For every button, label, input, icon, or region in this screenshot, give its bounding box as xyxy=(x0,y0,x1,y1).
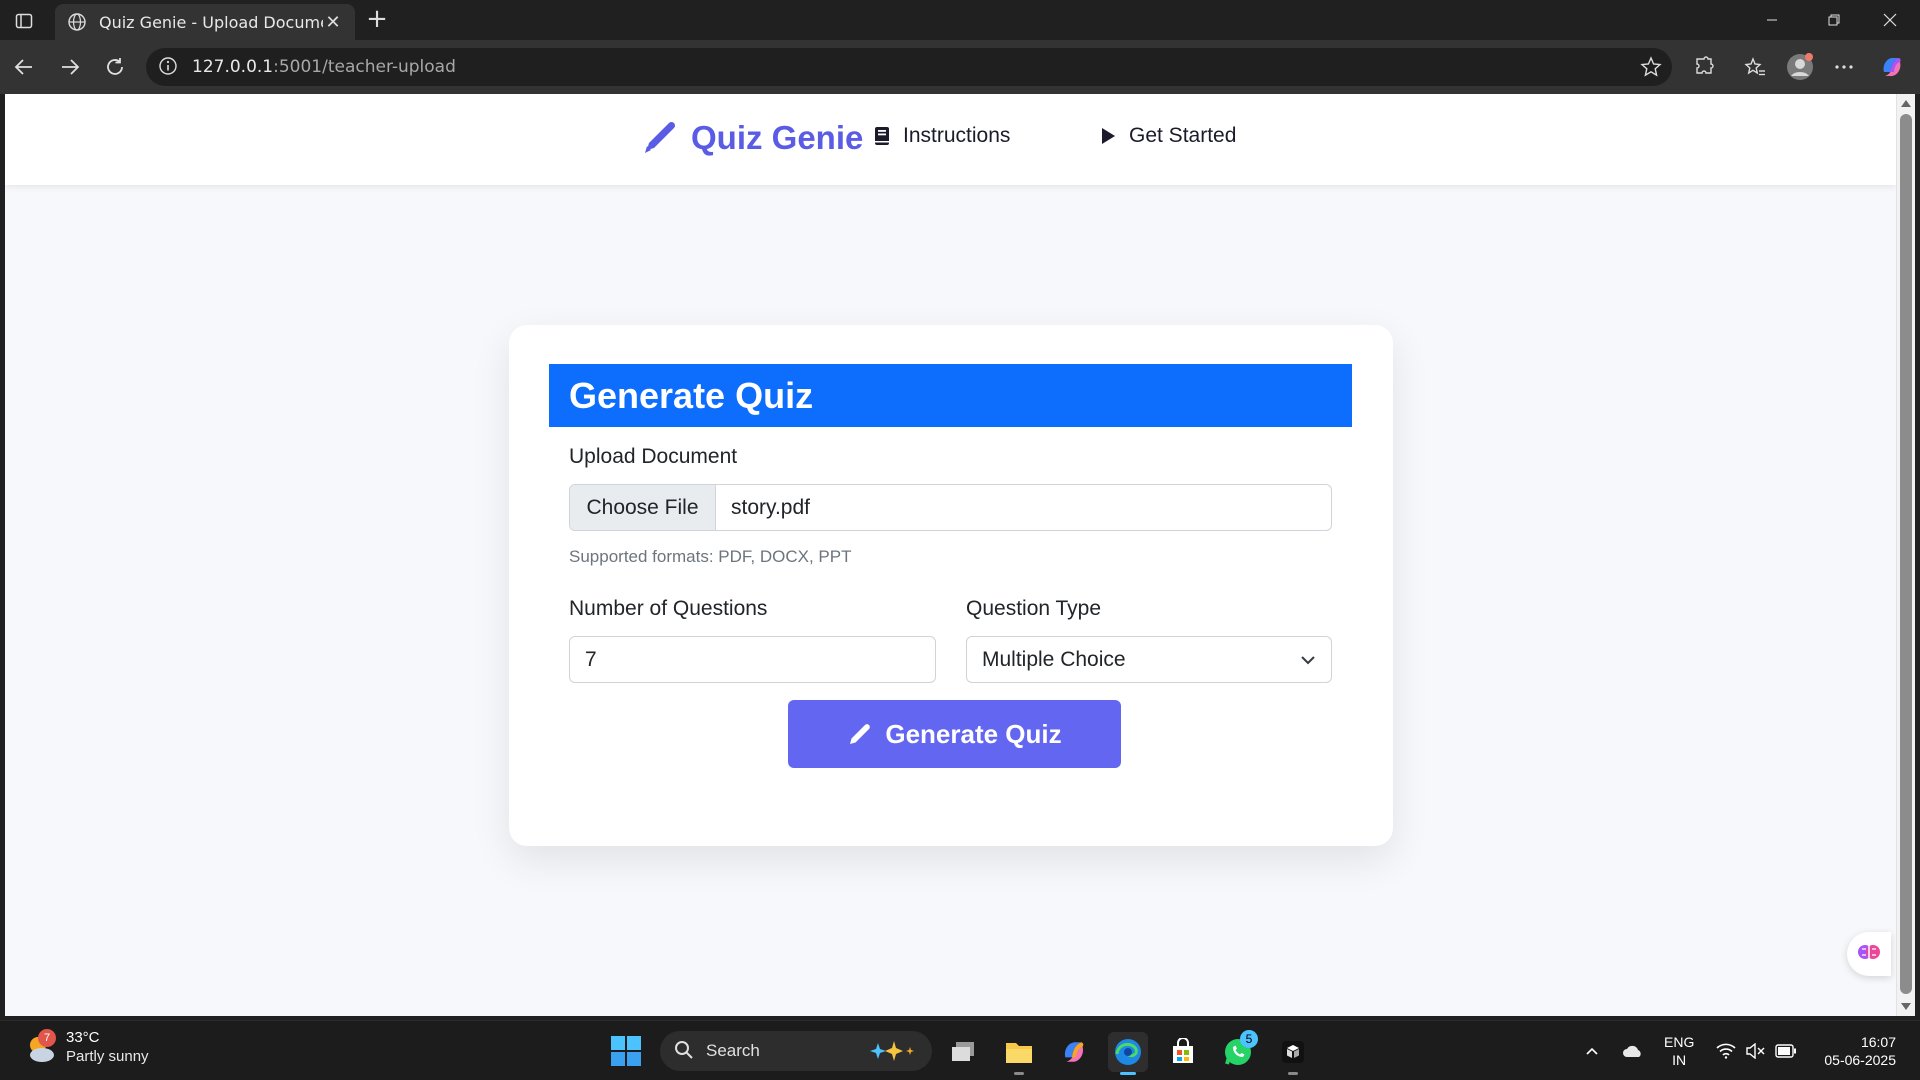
brand-name: Quiz Genie xyxy=(691,119,864,156)
more-options-icon[interactable] xyxy=(1830,53,1858,81)
num-questions-input[interactable]: 7 xyxy=(569,636,936,683)
scroll-down-arrow[interactable] xyxy=(1901,1003,1911,1010)
back-arrow-icon[interactable] xyxy=(10,53,38,81)
onedrive-cloud-icon[interactable] xyxy=(1618,1021,1648,1080)
brand-link[interactable]: Quiz Genie xyxy=(641,116,863,160)
clock-date: 05-06-2025 xyxy=(1824,1052,1896,1068)
whatsapp-icon[interactable]: 5 xyxy=(1218,1030,1258,1072)
brain-icon xyxy=(1856,939,1882,969)
play-icon xyxy=(1099,125,1121,147)
language-indicator[interactable]: ENG IN xyxy=(1664,1033,1694,1069)
file-upload-input[interactable]: Choose File story.pdf xyxy=(569,484,1332,531)
extensions-icon[interactable] xyxy=(1690,53,1718,81)
question-type-label: Question Type xyxy=(966,597,1102,620)
terminal-app-icon[interactable] xyxy=(1273,1032,1313,1075)
weather-badge: 7 xyxy=(38,1029,56,1047)
profile-avatar[interactable] xyxy=(1786,53,1814,81)
nav-get-started[interactable]: Get Started xyxy=(1099,124,1236,148)
tab-actions-icon[interactable] xyxy=(12,9,36,33)
generate-quiz-label: Generate Quiz xyxy=(885,718,1062,749)
page-scrollbar[interactable] xyxy=(1896,94,1915,1016)
copilot-icon[interactable] xyxy=(1878,53,1906,81)
floating-assistant-button[interactable] xyxy=(1847,932,1891,976)
new-tab-button[interactable]: + xyxy=(364,6,390,34)
address-bar[interactable]: 127.0.0.1:5001/teacher-upload xyxy=(146,48,1672,86)
site-info-icon[interactable] xyxy=(158,56,180,78)
supported-formats-text: Supported formats: PDF, DOCX, PPT xyxy=(569,547,852,566)
favorite-star-icon[interactable] xyxy=(1640,56,1662,78)
nav-get-started-label: Get Started xyxy=(1129,124,1237,147)
weather-temp: 33°C xyxy=(66,1029,100,1046)
whatsapp-badge: 5 xyxy=(1240,1030,1258,1048)
taskbar-search[interactable]: Search xyxy=(660,1031,932,1071)
page-viewport: Quiz Genie Instructions Get Started Gene… xyxy=(5,94,1896,1016)
lang-bottom: IN xyxy=(1672,1052,1687,1068)
browser-toolbar: 127.0.0.1:5001/teacher-upload xyxy=(0,40,1920,94)
microsoft-store-icon[interactable] xyxy=(1163,1032,1203,1072)
pencil-icon xyxy=(641,116,681,160)
start-button[interactable] xyxy=(610,1035,644,1069)
pencil-icon xyxy=(847,721,873,747)
file-explorer-icon[interactable] xyxy=(999,1032,1039,1075)
scrollbar-thumb[interactable] xyxy=(1900,114,1912,994)
clock-time: 16:07 xyxy=(1860,1034,1896,1050)
question-type-value: Multiple Choice xyxy=(982,647,1126,671)
generate-quiz-button[interactable]: Generate Quiz xyxy=(788,700,1121,768)
partly-sunny-icon: 7 xyxy=(24,1029,58,1065)
show-hidden-icons-chevron-up-icon[interactable] xyxy=(1580,1021,1604,1080)
num-questions-label: Number of Questions xyxy=(569,597,768,620)
search-placeholder: Search xyxy=(706,1041,760,1060)
chevron-down-icon xyxy=(1299,651,1317,669)
num-questions-value: 7 xyxy=(585,647,597,671)
site-navbar: Quiz Genie Instructions Get Started xyxy=(5,94,1896,185)
nav-instructions-label: Instructions xyxy=(903,124,1011,147)
sparkle-icon xyxy=(868,1039,918,1063)
browser-tab-bar: Quiz Genie - Upload Document ✕ + xyxy=(0,0,1920,40)
question-type-select[interactable]: Multiple Choice xyxy=(966,636,1332,683)
choose-file-button[interactable]: Choose File xyxy=(570,485,716,530)
lang-top: ENG xyxy=(1664,1034,1695,1050)
globe-icon xyxy=(67,12,87,32)
selected-file-name: story.pdf xyxy=(731,495,810,519)
close-window-button[interactable] xyxy=(1862,0,1918,40)
restore-button[interactable] xyxy=(1806,0,1862,40)
scroll-up-arrow[interactable] xyxy=(1901,100,1911,107)
battery-icon[interactable] xyxy=(1774,1021,1798,1080)
card-header: Generate Quiz xyxy=(549,364,1352,427)
weather-condition: Partly sunny xyxy=(66,1048,149,1065)
task-view-icon[interactable] xyxy=(944,1032,984,1072)
edge-browser-icon[interactable] xyxy=(1108,1032,1148,1075)
form-title: Generate Quiz xyxy=(569,375,814,416)
wifi-icon[interactable] xyxy=(1714,1021,1738,1080)
upload-label: Upload Document xyxy=(569,445,738,468)
nav-instructions[interactable]: Instructions xyxy=(873,124,1010,148)
favorites-icon[interactable] xyxy=(1741,53,1769,81)
forward-arrow-icon[interactable] xyxy=(56,53,84,81)
copilot-app-icon[interactable] xyxy=(1054,1032,1094,1072)
browser-tab-active[interactable]: Quiz Genie - Upload Document ✕ xyxy=(55,4,355,40)
volume-muted-icon[interactable] xyxy=(1744,1021,1768,1080)
minimize-button[interactable] xyxy=(1744,0,1800,40)
close-tab-icon[interactable]: ✕ xyxy=(323,12,343,33)
tab-title: Quiz Genie - Upload Document xyxy=(99,12,323,32)
refresh-icon[interactable] xyxy=(101,53,129,81)
windows-taskbar: 7 33°C Partly sunny Search 5 ENG IN 16:0… xyxy=(0,1020,1920,1080)
search-icon xyxy=(674,1040,696,1062)
weather-widget[interactable]: 7 33°C Partly sunny xyxy=(24,1029,149,1067)
url-text: 127.0.0.1:5001/teacher-upload xyxy=(192,57,456,77)
upload-form-card: Generate Quiz Upload Document Choose Fil… xyxy=(509,325,1393,846)
system-clock[interactable]: 16:07 05-06-2025 xyxy=(1812,1033,1896,1069)
book-icon xyxy=(873,125,895,147)
